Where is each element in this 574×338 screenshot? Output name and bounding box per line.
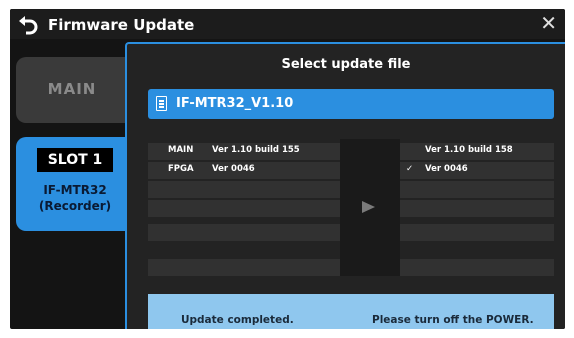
page-title: Firmware Update <box>48 16 195 34</box>
dialog-title: Select update file <box>281 57 411 72</box>
table-row-current <box>148 200 340 217</box>
tab-slot-1[interactable]: SLOT 1 IF-MTR32 (Recorder) <box>16 137 141 231</box>
new-version: Ver 0046 <box>425 164 468 174</box>
tab-slot-label: SLOT 1 <box>37 148 113 172</box>
table-row-new <box>400 181 554 198</box>
title-bar: Firmware Update ✕ <box>10 9 565 39</box>
table-row-new <box>400 224 554 241</box>
table-row-new: Ver 1.10 build 158 <box>400 143 554 160</box>
table-row-new <box>400 259 554 276</box>
update-check: ✓ <box>406 164 414 174</box>
back-arrow-icon[interactable] <box>16 12 40 36</box>
current-version: Ver 1.10 build 155 <box>212 145 300 155</box>
module-name: FPGA <box>168 164 194 174</box>
status-instruction: Please turn off the POWER. <box>372 314 534 326</box>
status-message-box: Update completed. Please turn off the PO… <box>148 294 554 329</box>
table-row-current <box>148 181 340 198</box>
file-select-button[interactable]: IF-MTR32_V1.10 <box>148 89 554 119</box>
table-row-current: FPGA Ver 0046 <box>148 162 340 179</box>
new-version: Ver 1.10 build 158 <box>425 145 513 155</box>
current-version: Ver 0046 <box>212 164 255 174</box>
status-message: Update completed. <box>181 314 294 326</box>
update-file-dialog: Select update file IF-MTR32_V1.10 MAIN V… <box>125 42 565 329</box>
table-row-new: ✓ Ver 0046 <box>400 162 554 179</box>
module-name: MAIN <box>168 145 194 155</box>
table-row-current <box>148 259 340 276</box>
firmware-update-screen: Firmware Update ✕ MAIN SLOT 1 IF-MTR32 (… <box>10 9 565 329</box>
slot-device-line1: IF-MTR32 <box>43 183 107 197</box>
table-row-current <box>148 224 340 241</box>
tab-main-label: MAIN <box>47 80 97 98</box>
table-row-new <box>400 200 554 217</box>
tab-main[interactable]: MAIN <box>16 57 136 123</box>
document-icon <box>156 96 167 111</box>
close-icon[interactable]: ✕ <box>540 11 557 35</box>
table-row-current: MAIN Ver 1.10 build 155 <box>148 143 340 160</box>
play-arrow-icon <box>362 201 375 213</box>
file-name: IF-MTR32_V1.10 <box>176 96 294 111</box>
slot-device-name: IF-MTR32 (Recorder) <box>16 182 134 214</box>
slot-device-line2: (Recorder) <box>38 199 112 213</box>
